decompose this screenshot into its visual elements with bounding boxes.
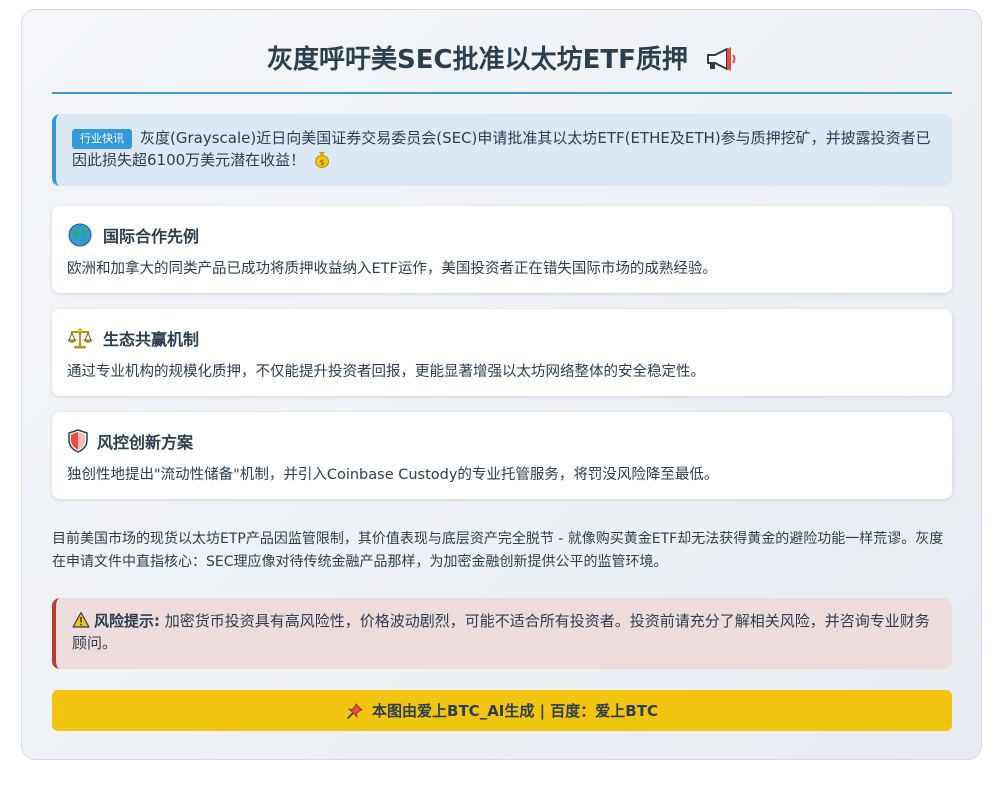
news-text: 灰度(Grayscale)近日向美国证券交易委员会(SEC)申请批准其以太坊ET… [72, 129, 931, 169]
pushpin-icon [346, 702, 364, 720]
news-callout: 行业快讯 灰度(Grayscale)近日向美国证券交易委员会(SEC)申请批准其以… [52, 114, 952, 186]
feature-description: 欧洲和加拿大的同类产品已成功将质押收益纳入ETF运作，美国投资者正在错失国际市场… [67, 261, 717, 277]
footer-banner: 本图由爱上BTC_AI生成 | 百度：爱上BTC [52, 690, 952, 731]
feature-title: 国际合作先例 [103, 227, 200, 246]
megaphone-icon [705, 44, 737, 71]
feature-description: 通过专业机构的规模化质押，不仅能提升投资者回报，更能显著增强以太坊网络整体的安全… [67, 364, 705, 380]
money-bag-icon: $ [314, 150, 330, 168]
page-title-text: 灰度呼吁美SEC批准以太坊ETF质押 [267, 45, 688, 75]
feature-title: 风控创新方案 [97, 433, 194, 452]
page-title: 灰度呼吁美SEC批准以太坊ETF质押 [52, 40, 952, 80]
feature-card-risk-control: 风控创新方案 独创性地提出"流动性储备"机制，并引入Coinbase Custo… [52, 412, 952, 499]
feature-title: 生态共赢机制 [103, 330, 200, 349]
title-divider [52, 92, 952, 94]
news-tag: 行业快讯 [72, 129, 132, 149]
risk-warning-callout: 风险提示: 加密货币投资具有高风险性，价格波动剧烈，可能不适合所有投资者。投资前… [52, 598, 952, 669]
balance-scale-icon [67, 325, 93, 351]
body-paragraph: 目前美国市场的现货以太坊ETP产品因监管限制，其价值表现与底层资产完全脱节 - … [52, 531, 944, 570]
risk-text: 加密货币投资具有高风险性，价格波动剧烈，可能不适合所有投资者。投资前请充分了解相… [72, 612, 930, 652]
globe-icon [67, 222, 93, 248]
risk-label: 风险提示: [94, 612, 160, 630]
feature-card-international: 国际合作先例 欧洲和加拿大的同类产品已成功将质押收益纳入ETF运作，美国投资者正… [52, 206, 952, 293]
feature-card-ecosystem: 生态共赢机制 通过专业机构的规模化质押，不仅能提升投资者回报，更能显著增强以太坊… [52, 309, 952, 396]
footer-text: 本图由爱上BTC_AI生成 | 百度：爱上BTC [372, 702, 658, 720]
feature-description: 独创性地提出"流动性储备"机制，并引入Coinbase Custody的专业托管… [67, 467, 719, 483]
article-card: 灰度呼吁美SEC批准以太坊ETF质押 行业快讯 灰度(Grayscale)近日向美… [21, 9, 982, 760]
shield-icon [67, 428, 89, 454]
warning-icon [72, 611, 90, 629]
svg-text:$: $ [319, 158, 324, 167]
